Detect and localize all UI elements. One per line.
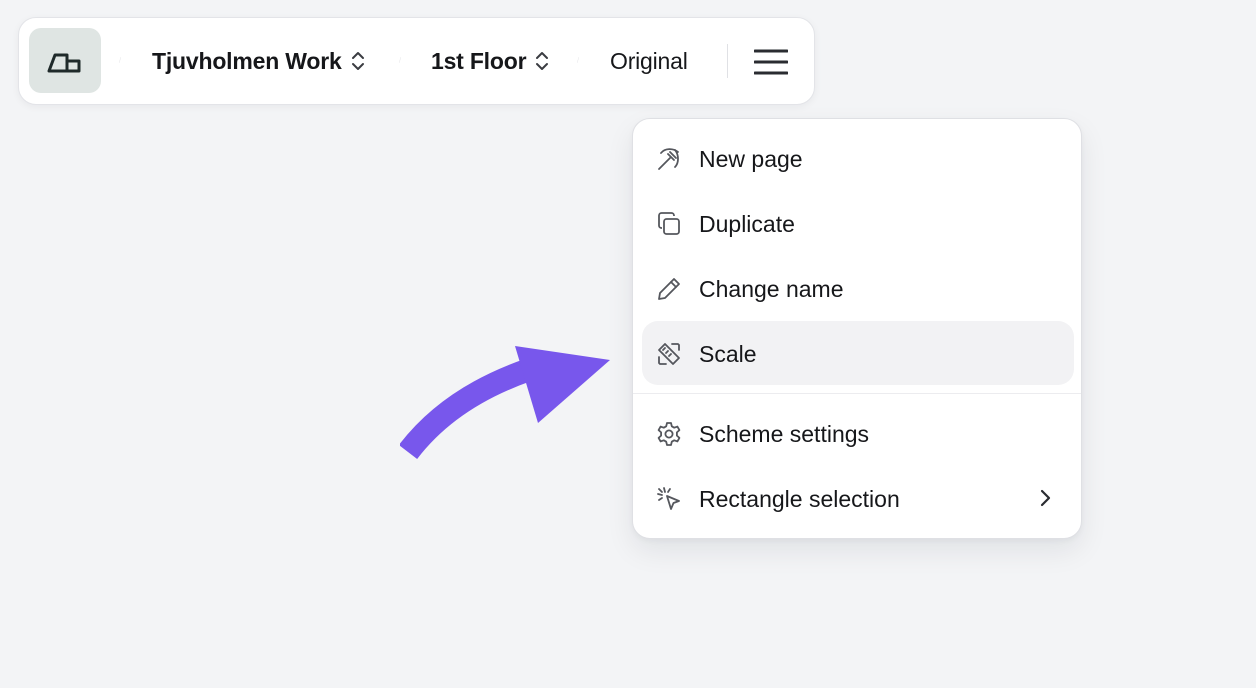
breadcrumb-project-label: Tjuvholmen Work [152, 47, 342, 74]
hamburger-menu-icon [754, 49, 788, 75]
page-options-menu: New page Duplicate Change name Scale Sch… [632, 118, 1082, 539]
menu-toggle-button[interactable] [751, 42, 791, 82]
gear-icon [655, 420, 683, 448]
breadcrumb-project[interactable]: Tjuvholmen Work [152, 44, 366, 78]
menu-item-scale[interactable]: Scale [642, 321, 1074, 385]
breadcrumb-version[interactable]: Original [610, 44, 688, 78]
menu-item-scheme-settings[interactable]: Scheme settings [642, 401, 1074, 465]
ruler-pencil-icon [655, 340, 683, 368]
breadcrumb-separator [577, 57, 579, 63]
pickaxe-icon [655, 145, 683, 173]
menu-item-rectangle-selection[interactable]: Rectangle selection [642, 466, 1074, 530]
building-logo-icon [47, 53, 81, 72]
annotation-arrow-icon [400, 346, 610, 460]
menu-item-new-page[interactable]: New page [642, 126, 1074, 190]
menu-item-label: Duplicate [699, 211, 795, 237]
menu-item-label: Rectangle selection [699, 486, 900, 512]
toolbar-divider [727, 44, 728, 78]
copy-icon [655, 210, 683, 238]
menu-item-label: Change name [699, 276, 844, 302]
breadcrumb-floor-label: 1st Floor [431, 47, 527, 74]
breadcrumb-version-label: Original [610, 47, 688, 74]
canvas: Tjuvholmen Work 1st Floor Original New p… [0, 0, 1256, 688]
menu-item-duplicate[interactable]: Duplicate [642, 191, 1074, 255]
cursor-click-icon [655, 485, 683, 513]
menu-item-change-name[interactable]: Change name [642, 256, 1074, 320]
chevron-right-icon [1034, 487, 1056, 509]
home-logo-button[interactable] [29, 28, 101, 93]
breadcrumb-floor[interactable]: 1st Floor [431, 44, 550, 78]
menu-item-label: New page [699, 146, 803, 172]
menu-item-label: Scheme settings [699, 421, 870, 447]
breadcrumb-toolbar: Tjuvholmen Work 1st Floor Original [18, 17, 815, 105]
breadcrumb-separator [399, 57, 401, 63]
pencil-icon [655, 275, 683, 303]
chevron-up-down-icon [351, 52, 364, 70]
chevron-up-down-icon [536, 52, 549, 70]
menu-divider [633, 393, 1081, 394]
breadcrumb-separator [119, 57, 121, 63]
menu-item-label: Scale [699, 341, 757, 367]
